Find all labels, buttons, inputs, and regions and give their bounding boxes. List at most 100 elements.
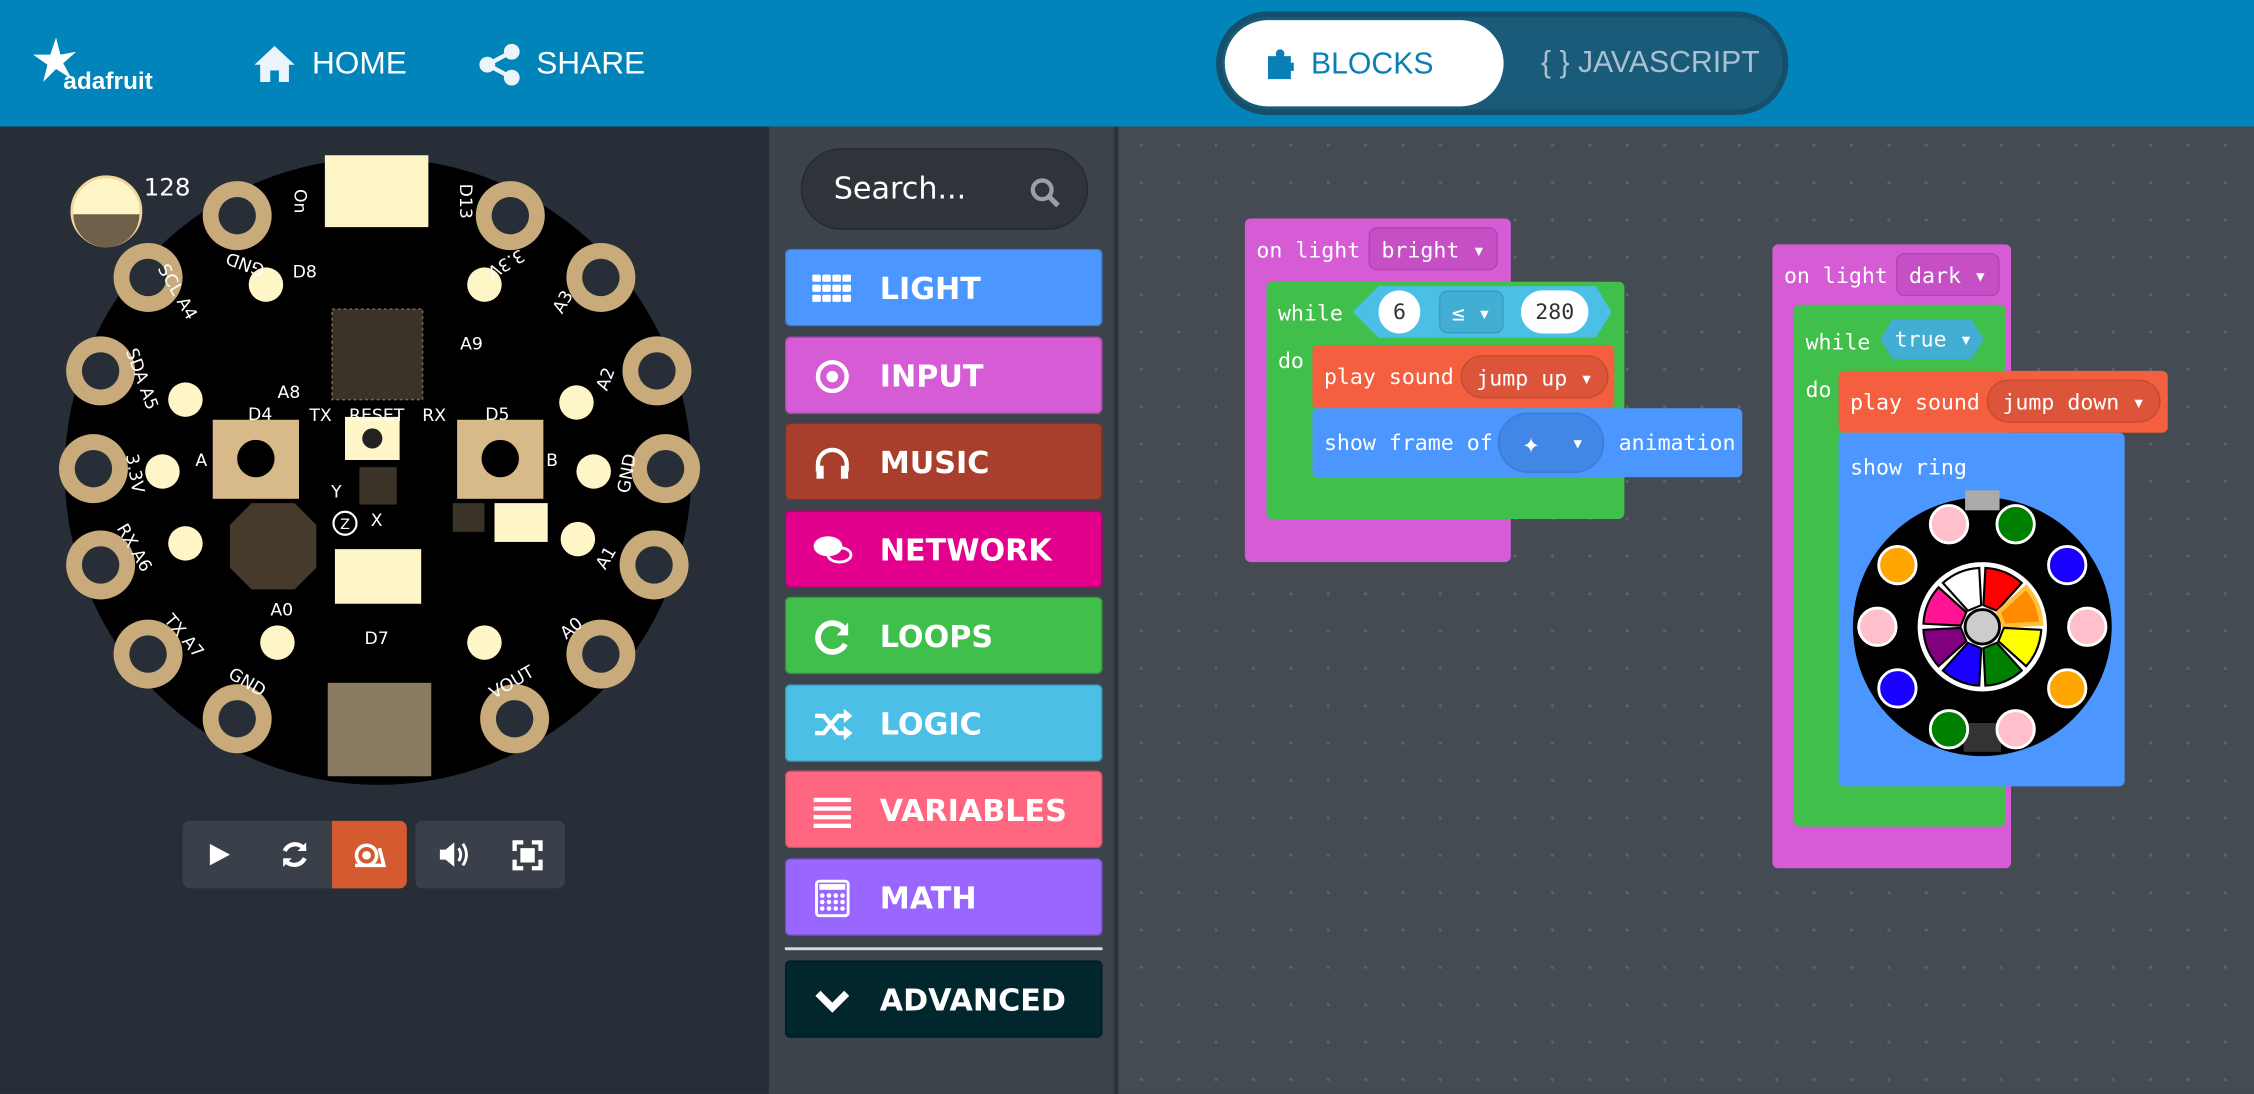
board-label: RX bbox=[422, 406, 446, 426]
show-frame-block[interactable]: show frame of ✦ ▾ animation bbox=[1312, 408, 1743, 478]
board-label: B bbox=[546, 451, 558, 471]
microphone-chip bbox=[452, 503, 485, 532]
play-icon bbox=[209, 843, 230, 866]
category-loops[interactable]: LOOPS bbox=[784, 596, 1103, 675]
ring-led[interactable] bbox=[1877, 668, 1918, 709]
javascript-tab[interactable]: { } JAVASCRIPT bbox=[1541, 46, 1760, 81]
blocks-workspace[interactable]: on light bright ▾ while do 6 ≤ ▾ 280 pla… bbox=[1122, 126, 2254, 1094]
pin-hole bbox=[646, 449, 685, 488]
pin-hole bbox=[635, 546, 673, 584]
light-level-fill bbox=[73, 214, 140, 248]
toolbox: Search... LIGHT INPUT MUSIC NETWORK LOOPS LOG… bbox=[769, 126, 1119, 1094]
category-variables[interactable]: VARIABLES bbox=[784, 770, 1103, 849]
restart-button[interactable] bbox=[257, 821, 332, 889]
category-network[interactable]: NETWORK bbox=[784, 509, 1103, 588]
neopixel-led[interactable] bbox=[560, 521, 596, 557]
pin-hole bbox=[129, 635, 167, 673]
do-label: do bbox=[1277, 347, 1304, 374]
board-label: TX bbox=[308, 406, 332, 426]
search-icon bbox=[1030, 178, 1060, 208]
accelerometer bbox=[359, 467, 397, 505]
category-music[interactable]: MUSIC bbox=[784, 422, 1103, 501]
play-sound-block[interactable]: play sound jump down ▾ bbox=[1838, 370, 2168, 433]
editor-toggle: BLOCKS { } JAVASCRIPT bbox=[1216, 11, 1789, 115]
board-label: X bbox=[371, 511, 383, 531]
pin-hole bbox=[582, 258, 620, 297]
mute-button[interactable] bbox=[415, 821, 490, 889]
ring-led[interactable] bbox=[1995, 709, 2036, 750]
true-dropdown[interactable]: true ▾ bbox=[1880, 319, 1984, 360]
button-b-cap[interactable] bbox=[481, 439, 519, 478]
play-button[interactable] bbox=[183, 821, 258, 889]
category-input[interactable]: INPUT bbox=[784, 335, 1103, 414]
list-icon bbox=[813, 797, 851, 828]
fullscreen-button[interactable] bbox=[490, 821, 565, 889]
board-label: A bbox=[195, 451, 207, 471]
category-label: NETWORK bbox=[879, 532, 1052, 568]
ring-led[interactable] bbox=[1995, 504, 2036, 545]
ring-led[interactable] bbox=[1928, 709, 1970, 750]
blocks-tab[interactable]: BLOCKS bbox=[1224, 20, 1504, 107]
category-light[interactable]: LIGHT bbox=[784, 248, 1103, 327]
light-condition-dropdown[interactable]: dark ▾ bbox=[1896, 253, 2000, 297]
refresh-icon bbox=[815, 620, 849, 655]
circuit-playground-board[interactable]: On D13GND 3.3VD8SCL A4 A3SDA A5A9A8 A2D4 TX RE… bbox=[0, 127, 769, 817]
category-label: INPUT bbox=[879, 358, 984, 394]
neopixel-led[interactable] bbox=[168, 382, 203, 417]
search-input[interactable]: Search... bbox=[800, 148, 1089, 230]
neopixel-led[interactable] bbox=[168, 526, 203, 561]
play-sound-block[interactable]: play sound jump up ▾ bbox=[1312, 345, 1615, 409]
palette-center[interactable] bbox=[1963, 608, 2001, 646]
neopixel-led[interactable] bbox=[260, 625, 295, 660]
light-sensor bbox=[494, 503, 548, 542]
neopixel-led[interactable] bbox=[467, 625, 502, 660]
headphones-icon bbox=[815, 447, 849, 479]
category-label: VARIABLES bbox=[879, 793, 1067, 829]
pin-hole bbox=[81, 546, 120, 584]
board-label: On bbox=[290, 189, 310, 214]
category-math[interactable]: MATH bbox=[784, 857, 1103, 936]
category-label: LIGHT bbox=[879, 271, 981, 307]
ring-led[interactable] bbox=[2047, 544, 2088, 586]
board-label: RESET bbox=[349, 406, 405, 426]
adafruit-logo[interactable]: adafruit bbox=[32, 35, 190, 101]
animation-dropdown[interactable]: ✦ ▾ bbox=[1497, 412, 1605, 473]
ring-led[interactable] bbox=[1857, 606, 1898, 647]
home-icon[interactable] bbox=[252, 43, 298, 89]
sound-dropdown[interactable]: jump up ▾ bbox=[1460, 355, 1609, 399]
right-operand[interactable]: 280 bbox=[1520, 290, 1589, 334]
sound-dropdown[interactable]: jump down ▾ bbox=[1986, 379, 2162, 423]
board-label: A9 bbox=[460, 334, 483, 354]
sparkle-icon: ✦ bbox=[1522, 425, 1540, 461]
board-label: D4 bbox=[248, 405, 272, 425]
category-advanced[interactable]: ADVANCED bbox=[784, 960, 1103, 1038]
share-icon[interactable] bbox=[479, 43, 522, 92]
svg-text:adafruit: adafruit bbox=[63, 68, 153, 95]
slow-mo-button[interactable] bbox=[332, 820, 407, 889]
operator-dropdown[interactable]: ≤ ▾ bbox=[1438, 290, 1504, 334]
board-label: Z bbox=[340, 517, 350, 533]
ring-led[interactable] bbox=[2067, 606, 2108, 647]
reset-cap[interactable] bbox=[362, 428, 383, 449]
home-link[interactable]: HOME bbox=[312, 45, 407, 82]
search-placeholder: Search... bbox=[833, 171, 967, 206]
ring-led[interactable] bbox=[1928, 504, 1970, 545]
left-operand[interactable]: 6 bbox=[1378, 290, 1421, 334]
neopixel-led[interactable] bbox=[576, 454, 611, 489]
category-logic[interactable]: LOGIC bbox=[784, 683, 1103, 762]
button-a-cap[interactable] bbox=[237, 439, 275, 478]
light-condition-dropdown[interactable]: bright ▾ bbox=[1368, 227, 1499, 271]
show-ring-block[interactable]: show ring bbox=[1838, 432, 2125, 787]
ring-led[interactable] bbox=[1877, 544, 1918, 586]
category-label: ADVANCED bbox=[879, 983, 1066, 1018]
ring-led[interactable] bbox=[2047, 668, 2088, 709]
light-level-value: 128 bbox=[144, 173, 191, 202]
neopixel-led[interactable] bbox=[145, 454, 180, 489]
board-label: D7 bbox=[364, 629, 388, 649]
board-label: A8 bbox=[278, 383, 301, 403]
share-link[interactable]: SHARE bbox=[536, 45, 645, 82]
simulator-panel: On D13 GND 3.3V D8 SCL A4 A3 SDA A5 A9 A8 A2 D4 TX RE… bbox=[0, 126, 770, 1094]
shuffle-icon bbox=[815, 707, 853, 740]
neopixel-led[interactable] bbox=[559, 385, 594, 420]
ring-color-picker[interactable] bbox=[1850, 490, 2115, 763]
